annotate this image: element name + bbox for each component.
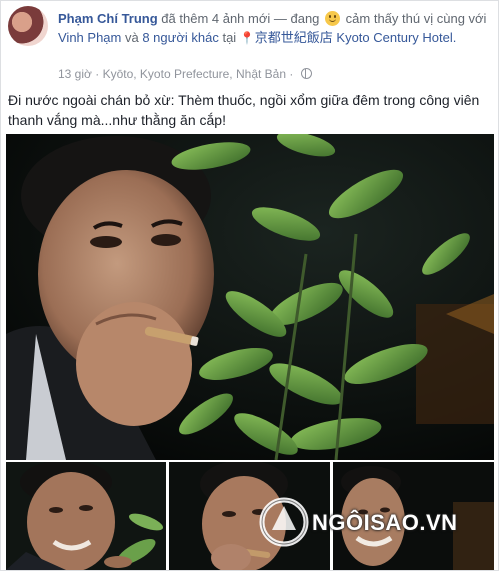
watermark: NGÔISAO.VN [254, 492, 474, 552]
post-headline: Phạm Chí Trung đã thêm 4 ảnh mới — đang … [58, 9, 490, 48]
feeling-text: cảm thấy thú vị [345, 11, 434, 26]
post-header: Phạm Chí Trung đã thêm 4 ảnh mới — đang … [8, 6, 488, 86]
watermark-text: NGÔISAO.VN [312, 510, 458, 535]
globe-icon[interactable] [300, 68, 312, 79]
place-link[interactable]: 京都世紀飯店 Kyoto Century Hotel. [255, 30, 457, 45]
author-avatar[interactable] [8, 6, 48, 46]
post-location[interactable]: Kyōto, Kyoto Prefecture, Nhật Bản [103, 67, 286, 81]
others-link[interactable]: 8 người khác [142, 30, 219, 45]
post-time[interactable]: 13 giờ [58, 67, 92, 81]
map-pin-icon: 📍 [239, 31, 255, 45]
author-name[interactable]: Phạm Chí Trung [58, 11, 158, 26]
watermark-logo-icon [259, 497, 309, 547]
and-text: và [124, 30, 139, 45]
at-text: tại [222, 30, 237, 45]
meta-separator-1: · [95, 67, 100, 81]
headline-added: đã thêm 4 ảnh mới — đang [161, 11, 320, 26]
smiley-icon [325, 11, 341, 26]
thumbnail-photo-1[interactable] [6, 462, 166, 570]
main-photo[interactable] [6, 134, 494, 460]
post-meta: 13 giờ · Kyōto, Kyoto Prefecture, Nhật B… [58, 66, 312, 82]
with-prefix: cùng với [436, 11, 487, 26]
tagged-person-link[interactable]: Vinh Phạm [58, 30, 121, 45]
meta-separator-2: · [289, 67, 294, 81]
post-text: Đi nước ngoài chán bỏ xừ: Thèm thuốc, ng… [8, 92, 480, 128]
